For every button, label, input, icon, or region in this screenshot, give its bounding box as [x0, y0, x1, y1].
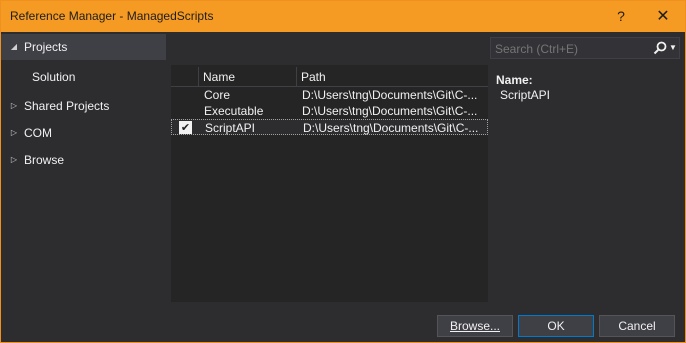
row-name: Executable	[204, 104, 264, 118]
nav-item-com[interactable]: ▷ COM	[1, 120, 166, 146]
search-box[interactable]: ▼	[490, 37, 680, 59]
ok-button[interactable]: OK	[518, 315, 594, 337]
details-panel: Name: ScriptAPI	[496, 73, 676, 102]
column-header-name[interactable]: Name	[198, 67, 294, 87]
row-name: Core	[204, 88, 231, 102]
close-button[interactable]: ✕	[643, 1, 683, 32]
nav-item-label: COM	[24, 126, 52, 140]
nav-item-solution[interactable]: Solution	[1, 64, 166, 90]
reference-manager-dialog: Reference Manager - ManagedScripts ? ✕ ◢…	[0, 0, 686, 343]
row-path: D:\Users\tng\Documents\Git\C-...	[303, 121, 479, 135]
nav-item-label: Shared Projects	[24, 99, 110, 113]
reference-grid: Name Path Core D:\Users\tng\Documents\Gi…	[171, 65, 488, 302]
nav-item-shared-projects[interactable]: ▷ Shared Projects	[1, 93, 166, 119]
checkbox-column-header	[171, 67, 198, 87]
nav-item-label: Projects	[24, 40, 68, 54]
grid-header: Name Path	[171, 67, 488, 87]
search-input[interactable]	[495, 41, 645, 57]
browse-button[interactable]: Browse...	[437, 315, 513, 337]
row-path: D:\Users\tng\Documents\Git\C-...	[302, 104, 478, 118]
expanded-arrow-icon[interactable]: ◢	[9, 34, 19, 60]
details-name-value: ScriptAPI	[500, 88, 551, 102]
collapsed-arrow-icon[interactable]: ▷	[9, 120, 19, 146]
nav-item-browse[interactable]: ▷ Browse	[1, 147, 166, 173]
row-path: D:\Users\tng\Documents\Git\C-...	[302, 88, 478, 102]
nav-item-label: Browse	[24, 153, 65, 167]
table-row[interactable]: ✔ ScriptAPI D:\Users\tng\Documents\Git\C…	[171, 119, 488, 135]
collapsed-arrow-icon[interactable]: ▷	[9, 147, 19, 173]
title-bar[interactable]: Reference Manager - ManagedScripts ? ✕	[1, 1, 685, 32]
search-icon[interactable]	[653, 41, 667, 55]
nav-item-projects[interactable]: ◢ Projects	[1, 34, 166, 60]
table-row[interactable]: Core D:\Users\tng\Documents\Git\C-...	[171, 87, 488, 103]
cancel-button[interactable]: Cancel	[599, 315, 675, 337]
chevron-down-icon[interactable]: ▼	[669, 43, 677, 52]
collapsed-arrow-icon[interactable]: ▷	[9, 93, 19, 119]
browse-button-label: Browse...	[449, 319, 500, 333]
table-row[interactable]: Executable D:\Users\tng\Documents\Git\C-…	[171, 103, 488, 119]
help-button[interactable]: ?	[601, 1, 641, 32]
row-name: ScriptAPI	[205, 121, 256, 135]
category-nav: ◢ Projects Solution ▷ Shared Projects ▷ …	[1, 32, 166, 308]
window-title: Reference Manager - ManagedScripts	[10, 9, 214, 23]
details-name-label: Name:	[496, 73, 533, 87]
button-bar: Browse... OK Cancel	[1, 308, 685, 342]
nav-item-label: Solution	[32, 70, 76, 84]
column-header-path[interactable]: Path	[296, 67, 488, 87]
reference-checkbox[interactable]: ✔	[179, 121, 192, 134]
